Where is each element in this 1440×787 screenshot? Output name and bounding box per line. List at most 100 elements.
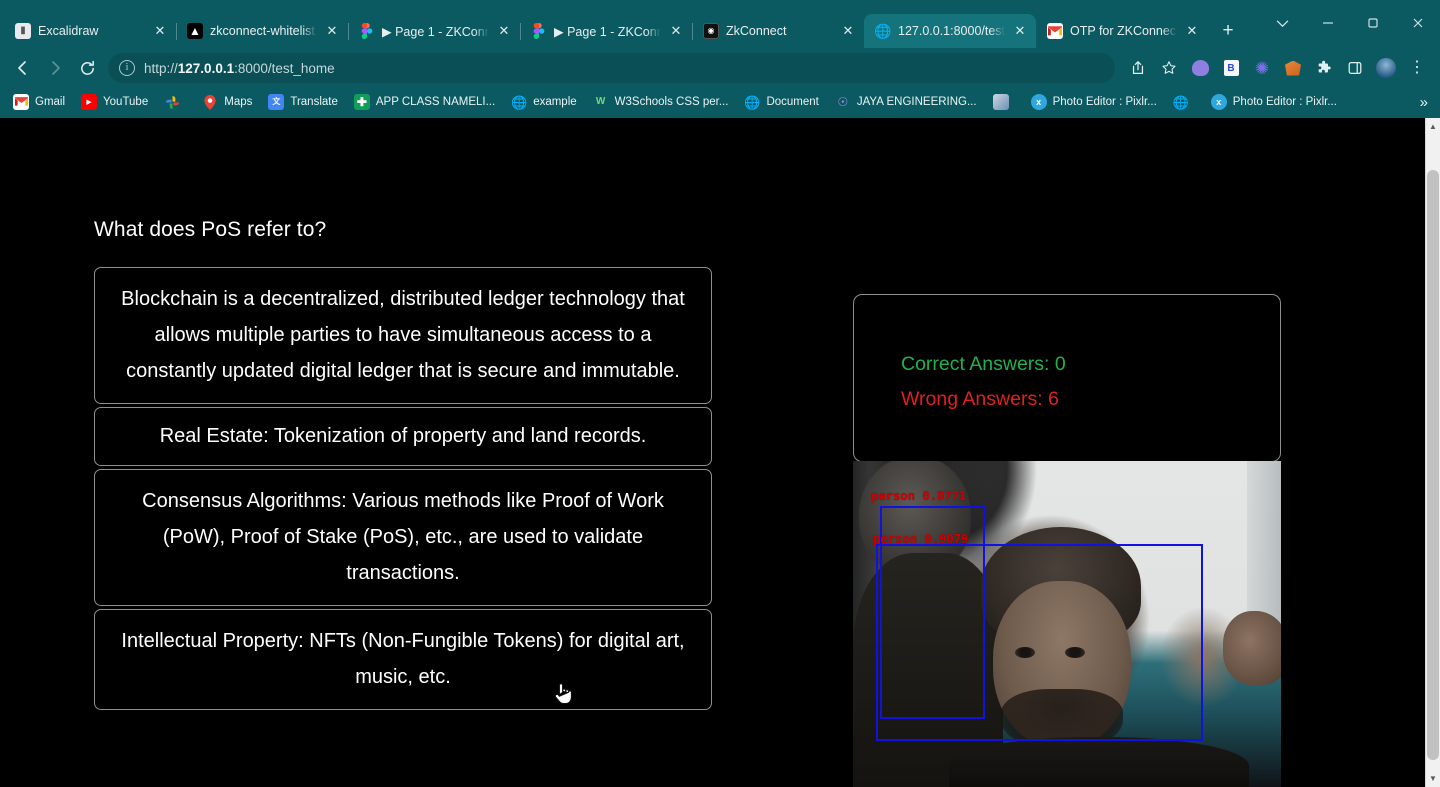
extension-metamask-icon[interactable] bbox=[1278, 53, 1308, 83]
arrow-left-icon bbox=[18, 61, 26, 75]
bookmark-label: Document bbox=[766, 96, 819, 108]
browser-tab-zkconnect-whitelist[interactable]: ▲ zkconnect-whitelist.ve ✕ bbox=[176, 14, 349, 48]
browser-tab-test-home-active[interactable]: 🌐 127.0.0.1:8000/test_ho ✕ bbox=[864, 14, 1036, 48]
question-text: What does PoS refer to? bbox=[94, 218, 327, 241]
scroll-down-arrow[interactable]: ▼ bbox=[1426, 770, 1440, 787]
correct-answers-text: Correct Answers: 0 bbox=[901, 353, 1066, 375]
figma-icon bbox=[531, 23, 547, 39]
extensions-puzzle-icon[interactable] bbox=[1309, 53, 1339, 83]
extension-b-badge-icon[interactable]: B bbox=[1216, 53, 1246, 83]
bookmark-youtube[interactable]: ▶ YouTube bbox=[74, 91, 155, 113]
tab-close-button[interactable]: ✕ bbox=[152, 23, 168, 39]
bookmark-photos[interactable] bbox=[157, 91, 193, 113]
browser-tab-zkconnect[interactable]: ◉ ZkConnect ✕ bbox=[692, 14, 865, 48]
photos-icon bbox=[164, 94, 180, 110]
bookmark-label: Gmail bbox=[35, 96, 66, 108]
tab-close-button[interactable]: ✕ bbox=[840, 23, 856, 39]
bookmark-translate[interactable]: 文 Translate bbox=[261, 91, 345, 113]
bookmark-gmail[interactable]: Gmail bbox=[6, 91, 72, 113]
share-glyph bbox=[1132, 61, 1144, 74]
bookmark-maps[interactable]: Maps bbox=[195, 91, 259, 113]
reload-icon bbox=[80, 60, 94, 75]
close-window-button[interactable] bbox=[1395, 0, 1440, 46]
arrow-right-icon bbox=[52, 61, 60, 75]
maximize-button[interactable] bbox=[1350, 0, 1395, 46]
maps-pin-glyph bbox=[204, 94, 216, 110]
back-button[interactable] bbox=[8, 53, 38, 83]
star-glyph bbox=[1162, 61, 1176, 74]
webcam-detection-panel: person 0.8771 person 0.9079 bbox=[853, 461, 1281, 787]
browser-tab-figma-page1-b[interactable]: ▶ Page 1 - ZKConnec ✕ bbox=[520, 14, 693, 48]
bookmark-example[interactable]: 🌐 example bbox=[504, 91, 583, 113]
tab-close-button[interactable]: ✕ bbox=[668, 23, 684, 39]
tab-close-button[interactable]: ✕ bbox=[1012, 23, 1028, 39]
browser-window: ▮ Excalidraw ✕ ▲ zkconnect-whitelist.ve … bbox=[0, 0, 1440, 787]
puzzle-glyph bbox=[1318, 60, 1331, 73]
page-viewport: What does PoS refer to? Blockchain is a … bbox=[0, 118, 1440, 787]
bookmark-star-icon[interactable] bbox=[1154, 53, 1184, 83]
translate-icon: 文 bbox=[268, 94, 285, 110]
gmail-icon bbox=[1047, 23, 1063, 39]
tab-title: ▶ Page 1 - ZKConnec bbox=[382, 24, 489, 39]
score-panel: Correct Answers: 0 Wrong Answers: 6 bbox=[853, 294, 1281, 462]
maps-icon bbox=[202, 94, 218, 110]
site-info-icon[interactable]: i bbox=[119, 60, 135, 76]
mouse-cursor bbox=[553, 681, 573, 707]
tab-title: zkconnect-whitelist.ve bbox=[210, 24, 317, 38]
bookmark-pixlr-2[interactable]: x Photo Editor : Pixlr... bbox=[1204, 91, 1344, 113]
bookmark-label: YouTube bbox=[103, 96, 149, 108]
scrollbar-thumb[interactable] bbox=[1427, 170, 1439, 760]
close-icon bbox=[1413, 18, 1422, 28]
gmail-glyph bbox=[1048, 25, 1062, 35]
bookmark-app-class-nameli[interactable]: ✚ APP CLASS NAMELI... bbox=[347, 91, 502, 113]
quiz-page: What does PoS refer to? Blockchain is a … bbox=[0, 118, 1426, 787]
wrong-answers-text: Wrong Answers: 6 bbox=[901, 388, 1059, 411]
bookmark-label: Photo Editor : Pixlr... bbox=[1232, 96, 1337, 108]
bookmark-pixlr-1[interactable]: x Photo Editor : Pixlr... bbox=[1024, 91, 1164, 113]
window-controls bbox=[1260, 0, 1440, 46]
tab-search-button[interactable] bbox=[1260, 0, 1305, 46]
browser-toolbar: i http://127.0.0.1:8000/test_home B ✺ ⋮ bbox=[0, 48, 1440, 88]
scroll-up-arrow[interactable]: ▲ bbox=[1426, 118, 1440, 135]
url-text: http://127.0.0.1:8000/test_home bbox=[144, 60, 335, 76]
address-bar[interactable]: i http://127.0.0.1:8000/test_home bbox=[108, 53, 1115, 83]
bookmarks-overflow-button[interactable]: » bbox=[1414, 94, 1434, 111]
tab-close-button[interactable]: ✕ bbox=[324, 23, 340, 39]
forward-button[interactable] bbox=[40, 53, 70, 83]
browser-tab-excalidraw[interactable]: ▮ Excalidraw ✕ bbox=[4, 14, 177, 48]
answer-option-3[interactable]: Consensus Algorithms: Various methods li… bbox=[94, 469, 712, 606]
reload-button[interactable] bbox=[72, 53, 102, 83]
share-icon[interactable] bbox=[1123, 53, 1153, 83]
chevron-down-icon bbox=[1276, 19, 1289, 27]
photos-glyph bbox=[165, 95, 179, 109]
bookmark-globe-2[interactable]: 🌐 bbox=[1166, 91, 1202, 113]
answer-option-4[interactable]: Intellectual Property: NFTs (Non-Fungibl… bbox=[94, 609, 712, 710]
detection-label-2: person 0.9079 bbox=[873, 531, 969, 546]
minimize-icon bbox=[1322, 22, 1333, 24]
answer-option-2[interactable]: Real Estate: Tokenization of property an… bbox=[94, 407, 712, 466]
tab-title: ▶ Page 1 - ZKConnec bbox=[554, 24, 661, 39]
bookmark-window[interactable] bbox=[986, 91, 1022, 113]
browser-tab-figma-page1-a[interactable]: ▶ Page 1 - ZKConnec ✕ bbox=[348, 14, 521, 48]
answer-option-1[interactable]: Blockchain is a decentralized, distribut… bbox=[94, 267, 712, 404]
extension-wallet-icon[interactable] bbox=[1185, 53, 1215, 83]
bookmark-label: JAYA ENGINEERING... bbox=[856, 96, 977, 108]
pixlr-icon: x bbox=[1030, 94, 1047, 110]
page-scrollbar[interactable]: ▲ ▼ bbox=[1425, 118, 1440, 787]
bookmark-w3schools[interactable]: W W3Schools CSS per... bbox=[586, 91, 736, 113]
extension-gear-icon[interactable]: ✺ bbox=[1247, 53, 1277, 83]
side-panel-icon[interactable] bbox=[1340, 53, 1370, 83]
profile-avatar[interactable] bbox=[1371, 53, 1401, 83]
bookmark-jaya-engineering[interactable]: ☉ JAYA ENGINEERING... bbox=[828, 91, 984, 113]
bookmark-document[interactable]: 🌐 Document bbox=[737, 91, 825, 113]
maximize-icon bbox=[1367, 18, 1378, 28]
tab-title: ZkConnect bbox=[726, 24, 787, 38]
tab-close-button[interactable]: ✕ bbox=[496, 23, 512, 39]
browser-tab-otp-gmail[interactable]: OTP for ZKConnect Ac ✕ bbox=[1036, 14, 1208, 48]
vercel-icon: ▲ bbox=[187, 23, 203, 39]
minimize-button[interactable] bbox=[1305, 0, 1350, 46]
globe-icon: 🌐 bbox=[1172, 94, 1189, 110]
chrome-menu-icon[interactable]: ⋮ bbox=[1402, 53, 1432, 83]
new-tab-button[interactable]: + bbox=[1214, 17, 1242, 45]
tab-close-button[interactable]: ✕ bbox=[1184, 23, 1200, 39]
